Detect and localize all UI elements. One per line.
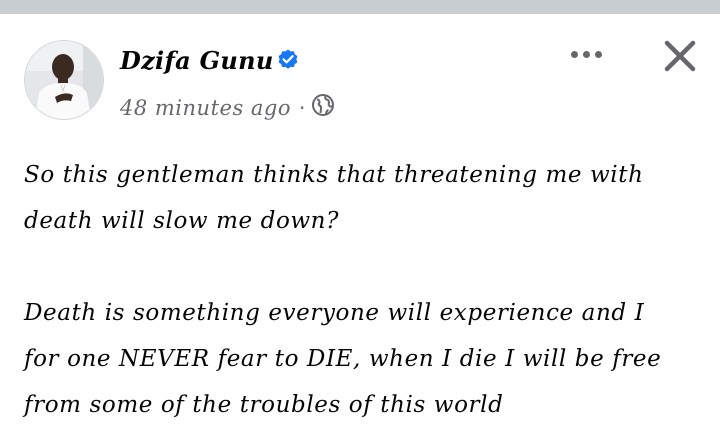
post-paragraph: So this gentleman thinks that threatenin…: [24, 152, 704, 244]
post-line: for one NEVER fear to DIE, when I die I …: [24, 346, 662, 372]
author-name[interactable]: Dzifa Gunu: [120, 49, 274, 73]
post-line: from some of the troubles of this world: [24, 392, 504, 418]
close-icon: [664, 40, 696, 72]
more-options-button[interactable]: [560, 36, 612, 72]
post-text: So this gentleman thinks that threatenin…: [24, 152, 704, 428]
top-strip: [0, 0, 720, 14]
post-line: Death is something everyone will experie…: [24, 300, 645, 326]
post-line: So this gentleman thinks that threatenin…: [24, 162, 644, 188]
post-meta: 48 minutes ago ·: [120, 92, 335, 124]
close-button[interactable]: [656, 32, 704, 80]
avatar-image: [25, 41, 103, 119]
post-paragraph: Death is something everyone will experie…: [24, 290, 704, 428]
meta-separator: ·: [299, 96, 306, 120]
avatar[interactable]: [24, 40, 104, 120]
more-horizontal-icon: [568, 50, 604, 58]
globe-icon[interactable]: [311, 93, 335, 117]
author-row: Dzifa Gunu: [120, 44, 300, 78]
verified-badge-icon: [276, 47, 300, 71]
post-line: death will slow me down?: [24, 208, 340, 234]
post-timestamp[interactable]: 48 minutes ago: [120, 96, 291, 120]
